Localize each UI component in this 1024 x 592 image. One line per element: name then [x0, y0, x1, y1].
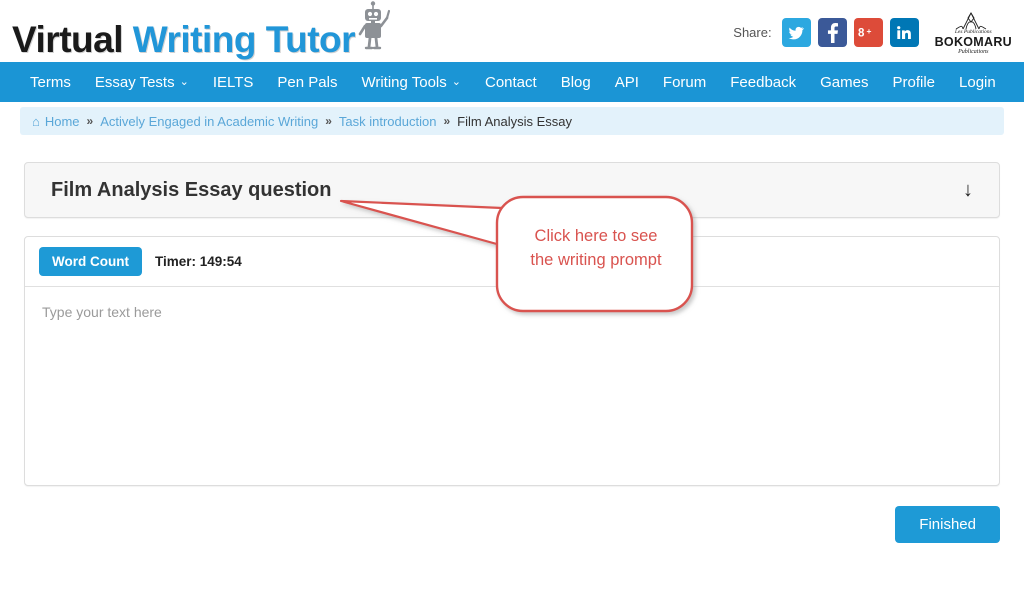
- breadcrumb-label: Home: [44, 113, 80, 129]
- home-icon: ⌂: [32, 113, 40, 129]
- logo-word-writing: Writing: [132, 19, 257, 60]
- main-navigation: Terms Essay Tests ⌄ IELTS Pen Pals Writing To…: [0, 62, 1024, 102]
- nav-item-writing-tools[interactable]: Writing Tools ⌄: [349, 62, 473, 102]
- logo-word-tutor: Tutor: [265, 19, 356, 60]
- editor-toolbar: Word Count Timer: 149:54: [25, 237, 999, 287]
- breadcrumb: ⌂ Home » Actively Engaged in Academic Writi…: [20, 107, 1004, 135]
- page-title: Film Analysis Essay question: [51, 178, 332, 201]
- nav-item-label: Feedback: [730, 73, 797, 91]
- nav-item-label: IELTS: [212, 73, 254, 91]
- breadcrumb-item[interactable]: Task introduction: [339, 114, 437, 129]
- nav-item-terms[interactable]: Terms: [18, 62, 83, 102]
- breadcrumb-separator-icon: »: [325, 114, 332, 128]
- nav-item-login[interactable]: Login: [947, 62, 1008, 102]
- publisher-line3: Publications: [958, 48, 989, 55]
- nav-item-label: Forum: [662, 73, 707, 91]
- essay-editor-panel: Word Count Timer: 149:54 Type your text …: [24, 236, 1000, 486]
- nav-item-pen-pals[interactable]: Pen Pals: [265, 62, 349, 102]
- timer-display: Timer: 149:54: [154, 254, 242, 269]
- nav-item-api[interactable]: API: [603, 62, 651, 102]
- nav-item-profile[interactable]: Profile: [880, 62, 947, 102]
- breadcrumb-item-home[interactable]: ⌂ Home: [32, 114, 80, 129]
- logo-word-virtual: Virtual: [12, 19, 123, 60]
- nav-item-label: Terms: [30, 73, 71, 91]
- publisher-line2: BOKOMARU: [934, 34, 1012, 49]
- nav-item-label: Games: [820, 73, 869, 91]
- linkedin-icon[interactable]: [889, 18, 919, 48]
- site-logo[interactable]: Virtual Writing Tutor: [12, 0, 396, 60]
- nav-item-blog[interactable]: Blog: [549, 62, 603, 102]
- chevron-down-icon: ⌄: [451, 75, 461, 88]
- nav-item-feedback[interactable]: Feedback: [718, 62, 808, 102]
- nav-item-label: Contact: [484, 73, 537, 91]
- nav-item-label: Blog: [560, 73, 591, 91]
- svg-text:+: +: [867, 26, 872, 36]
- publisher-logo: Les Publications BOKOMARU Publications: [935, 10, 1012, 55]
- nav-item-label: API: [614, 73, 639, 91]
- breadcrumb-separator-icon: »: [443, 114, 451, 128]
- finished-button[interactable]: Finished: [895, 506, 1000, 543]
- breadcrumb-current: Film Analysis Essay: [457, 113, 573, 129]
- nav-item-ielts[interactable]: IELTS: [201, 62, 266, 102]
- share-label: Share:: [733, 25, 772, 41]
- site-header: Virtual Writing Tutor Share: 8 + Les Pub…: [0, 0, 1024, 62]
- nav-item-label: Profile: [892, 73, 936, 91]
- arrow-down-icon[interactable]: ↓: [963, 180, 973, 200]
- essay-text-area[interactable]: Type your text here: [25, 287, 999, 485]
- nav-item-contact[interactable]: Contact: [473, 62, 549, 102]
- facebook-icon[interactable]: [817, 18, 847, 48]
- nav-item-label: Writing Tools: [361, 73, 447, 91]
- nav-item-forum[interactable]: Forum: [651, 62, 718, 102]
- question-panel-header[interactable]: Film Analysis Essay question ↓: [24, 162, 1000, 218]
- main-content: Film Analysis Essay question ↓ Word Coun…: [0, 162, 1024, 543]
- editor-placeholder: Type your text here: [42, 304, 162, 320]
- nav-item-essay-tests[interactable]: Essay Tests ⌄: [83, 62, 201, 102]
- svg-text:8: 8: [858, 27, 865, 39]
- nav-item-games[interactable]: Games: [808, 62, 880, 102]
- nav-item-label: Login: [959, 73, 996, 91]
- google-plus-icon[interactable]: 8 +: [853, 18, 883, 48]
- editor-footer: Finished: [24, 506, 1000, 543]
- nav-item-label: Essay Tests: [94, 73, 175, 91]
- nav-item-label: Pen Pals: [277, 73, 338, 91]
- robot-icon: [356, 0, 396, 56]
- breadcrumb-item[interactable]: Actively Engaged in Academic Writing: [100, 114, 318, 129]
- share-bar: Share: 8 + Les Publications BOKOMARU Pub…: [733, 10, 1012, 55]
- word-count-button[interactable]: Word Count: [39, 247, 142, 276]
- chevron-down-icon: ⌄: [179, 75, 189, 88]
- breadcrumb-separator-icon: »: [86, 114, 94, 128]
- twitter-icon[interactable]: [781, 18, 811, 48]
